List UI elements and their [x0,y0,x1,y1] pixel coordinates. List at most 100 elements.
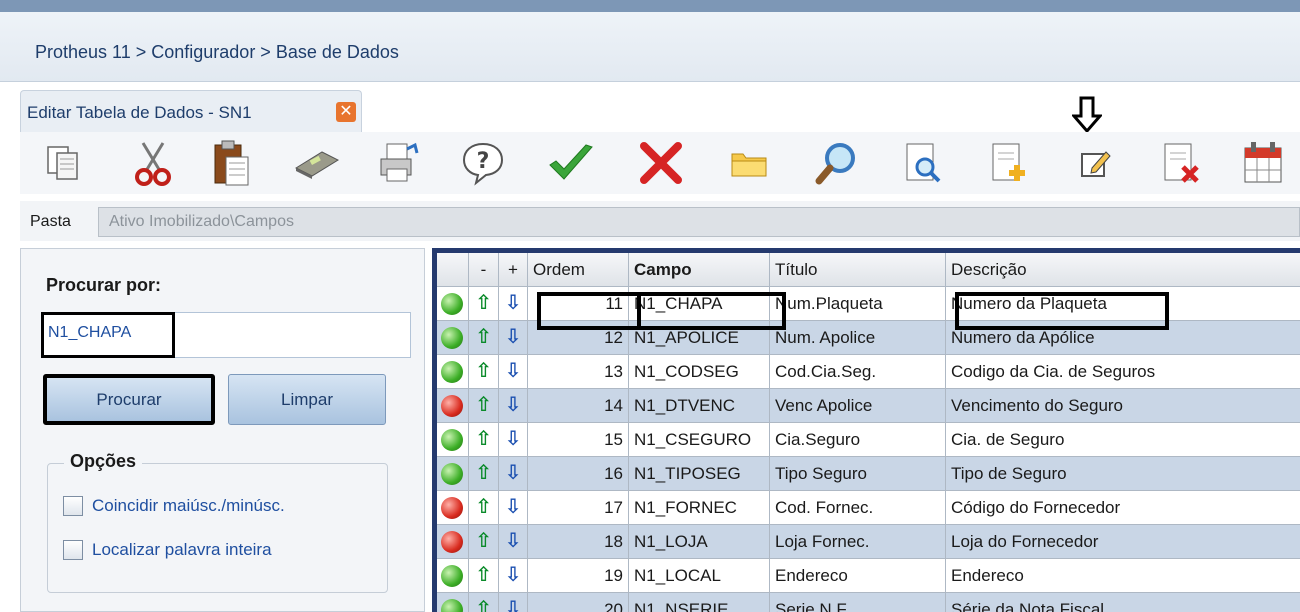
move-up-cell[interactable]: ⇧ [469,321,499,355]
tab-strip: Editar Tabela de Dados - SN1 ✕ [0,82,1300,132]
ordem-cell: 14 [528,389,629,423]
header-titulo[interactable]: Título [770,253,946,287]
ordem-cell: 20 [528,593,629,612]
folder-icon[interactable] [724,138,774,188]
arrow-up-icon[interactable]: ⇧ [475,292,492,314]
move-down-cell[interactable]: ⇩ [499,423,528,457]
titulo-cell: Cod. Fornec. [770,491,946,525]
header-plus[interactable]: + [499,253,528,287]
table-row[interactable]: ⇧ ⇩ 12 N1_APOLICE Num. Apolice Numero da Apól… [437,321,1300,355]
status-green-icon [441,463,463,485]
move-down-cell[interactable]: ⇩ [499,287,528,321]
header-ordem[interactable]: Ordem [528,253,629,287]
header-descricao[interactable]: Descrição [946,253,1300,287]
ordem-cell: 12 [528,321,629,355]
move-down-cell[interactable]: ⇩ [499,389,528,423]
whole-word-checkbox[interactable] [63,540,83,560]
clear-button[interactable]: Limpar [228,374,386,425]
print-icon[interactable] [374,138,424,188]
move-up-cell[interactable]: ⇧ [469,491,499,525]
arrow-down-icon[interactable]: ⇩ [505,598,522,612]
table-row[interactable]: ⇧ ⇩ 19 N1_LOCAL Endereco Endereco [437,559,1300,593]
arrow-up-icon[interactable]: ⇧ [475,564,492,586]
move-up-cell[interactable]: ⇧ [469,287,499,321]
ordem-cell: 19 [528,559,629,593]
arrow-up-icon[interactable]: ⇧ [475,530,492,552]
move-down-cell[interactable]: ⇩ [499,559,528,593]
add-field-icon[interactable] [984,138,1034,188]
search-input-value[interactable]: N1_CHAPA [41,312,175,358]
arrow-up-icon[interactable]: ⇧ [475,326,492,348]
status-cell [437,321,469,355]
table-row[interactable]: ⇧ ⇩ 20 N1_NSERIE Serie N.F. Série da Nota Fis… [437,593,1300,612]
campo-cell: N1_FORNEC [629,491,770,525]
arrow-down-icon[interactable]: ⇩ [505,292,522,314]
table-row[interactable]: ⇧ ⇩ 18 N1_LOJA Loja Fornec. Loja do Fornecedo… [437,525,1300,559]
cancel-icon[interactable] [636,138,686,188]
delete-field-icon[interactable] [1156,138,1206,188]
arrow-down-icon[interactable]: ⇩ [505,394,522,416]
cut-icon[interactable] [128,138,178,188]
campo-cell: N1_CSEGURO [629,423,770,457]
header-campo[interactable]: Campo [629,253,770,287]
move-down-cell[interactable]: ⇩ [499,321,528,355]
descricao-cell: Loja do Fornecedor [946,525,1300,559]
copy-icon[interactable] [38,138,88,188]
header-minus[interactable]: - [469,253,499,287]
table-row[interactable]: ⇧ ⇩ 16 N1_TIPOSEG Tipo Seguro Tipo de Seguro [437,457,1300,491]
arrow-down-icon[interactable]: ⇩ [505,496,522,518]
match-case-checkbox[interactable] [63,496,83,516]
arrow-up-icon[interactable]: ⇧ [475,394,492,416]
edit-icon[interactable] [1070,138,1120,188]
help-icon[interactable]: ? [458,138,508,188]
search-button[interactable]: Procurar [43,374,215,425]
move-down-cell[interactable]: ⇩ [499,491,528,525]
status-green-icon [441,361,463,383]
move-down-cell[interactable]: ⇩ [499,457,528,491]
ordem-cell: 18 [528,525,629,559]
arrow-down-icon[interactable]: ⇩ [505,326,522,348]
table-row[interactable]: ⇧ ⇩ 11 N1_CHAPA Num.Plaqueta Numero da Plaque… [437,287,1300,321]
move-up-cell[interactable]: ⇧ [469,559,499,593]
preview-icon[interactable] [898,138,948,188]
options-group: Opções Coincidir maiúsc./minúsc. Localiz… [47,451,388,593]
move-down-cell[interactable]: ⇩ [499,355,528,389]
calendar-icon[interactable] [1238,138,1288,188]
arrow-up-icon[interactable]: ⇧ [475,462,492,484]
option-match-case[interactable]: Coincidir maiúsc./minúsc. [63,496,285,516]
table-row[interactable]: ⇧ ⇩ 14 N1_DTVENC Venc Apolice Vencimento do S… [437,389,1300,423]
arrow-up-icon[interactable]: ⇧ [475,496,492,518]
close-icon[interactable]: ✕ [336,102,356,122]
breadcrumb[interactable]: Protheus 11 > Configurador > Base de Dad… [35,42,399,63]
move-down-cell[interactable]: ⇩ [499,525,528,559]
table-row[interactable]: ⇧ ⇩ 15 N1_CSEGURO Cia.Seguro Cia. de Seguro [437,423,1300,457]
search-icon[interactable] [812,138,862,188]
move-up-cell[interactable]: ⇧ [469,389,499,423]
confirm-icon[interactable] [546,138,596,188]
arrow-down-icon[interactable]: ⇩ [505,564,522,586]
arrow-down-icon[interactable]: ⇩ [505,462,522,484]
table-row[interactable]: ⇧ ⇩ 17 N1_FORNEC Cod. Fornec. Código do Forne… [437,491,1300,525]
move-up-cell[interactable]: ⇧ [469,423,499,457]
move-up-cell[interactable]: ⇧ [469,593,499,612]
table-row[interactable]: ⇧ ⇩ 13 N1_CODSEG Cod.Cia.Seg. Codigo da Cia. … [437,355,1300,389]
move-down-cell[interactable]: ⇩ [499,593,528,612]
arrow-up-icon[interactable]: ⇧ [475,428,492,450]
status-red-icon [441,395,463,417]
arrow-down-icon[interactable]: ⇩ [505,360,522,382]
calculator-icon[interactable] [292,138,342,188]
paste-icon[interactable] [206,138,256,188]
arrow-down-icon[interactable]: ⇩ [505,530,522,552]
option-whole-word[interactable]: Localizar palavra inteira [63,540,272,560]
descricao-cell: Numero da Plaqueta [946,287,1300,321]
ordem-cell: 13 [528,355,629,389]
arrow-up-icon[interactable]: ⇧ [475,360,492,382]
tab-editar-tabela[interactable]: Editar Tabela de Dados - SN1 ✕ [20,90,362,132]
move-up-cell[interactable]: ⇧ [469,525,499,559]
move-up-cell[interactable]: ⇧ [469,355,499,389]
move-up-cell[interactable]: ⇧ [469,457,499,491]
arrow-up-icon[interactable]: ⇧ [475,598,492,612]
arrow-down-icon[interactable]: ⇩ [505,428,522,450]
search-input[interactable]: N1_CHAPA [41,312,411,358]
status-cell [437,593,469,612]
